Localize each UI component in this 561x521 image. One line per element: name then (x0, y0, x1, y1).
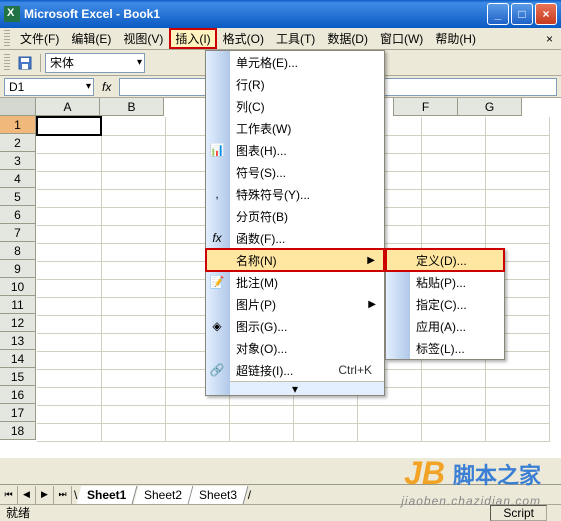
row-head-5[interactable]: 5 (0, 188, 36, 206)
menu-object[interactable]: 对象(O)... (206, 337, 384, 359)
col-head-g[interactable]: G (458, 98, 522, 116)
row-head-3[interactable]: 3 (0, 152, 36, 170)
titlebar: Microsoft Excel - Book1 _ □ × (0, 0, 561, 28)
font-selector[interactable]: 宋体 (45, 53, 145, 73)
row-head-15[interactable]: 15 (0, 368, 36, 386)
row-head-18[interactable]: 18 (0, 422, 36, 440)
menu-edit[interactable]: 编辑(E) (65, 28, 117, 49)
row-head-7[interactable]: 7 (0, 224, 36, 242)
menu-rows[interactable]: 行(R) (206, 73, 384, 95)
menu-insert[interactable]: 插入(I) (169, 28, 216, 49)
menu-special-char[interactable]: ,特殊符号(Y)... (206, 183, 384, 205)
row-head-10[interactable]: 10 (0, 278, 36, 296)
minimize-button[interactable]: _ (487, 3, 509, 25)
tab-last-icon[interactable]: ⏭ (54, 486, 72, 504)
insert-dropdown: 单元格(E)... 行(R) 列(C) 工作表(W) 📊图表(H)... 符号(… (205, 50, 385, 396)
excel-icon (4, 6, 20, 22)
comment-icon: 📝 (209, 274, 225, 290)
row-head-14[interactable]: 14 (0, 350, 36, 368)
col-head-b[interactable]: B (100, 98, 164, 116)
chart-icon: 📊 (209, 142, 225, 158)
menu-worksheet[interactable]: 工作表(W) (206, 117, 384, 139)
menu-cells[interactable]: 单元格(E)... (206, 51, 384, 73)
submenu-define[interactable]: 定义(D)... (386, 249, 504, 271)
toolbar-grip (4, 54, 10, 72)
tab-next-icon[interactable]: ▶ (36, 486, 54, 504)
row-head-9[interactable]: 9 (0, 260, 36, 278)
watermark-logo: JB 脚本之家 (404, 455, 541, 492)
menu-data[interactable]: 数据(D) (321, 28, 374, 49)
diagram-icon: ◈ (209, 318, 225, 334)
menu-format[interactable]: 格式(O) (217, 28, 270, 49)
row-head-11[interactable]: 11 (0, 296, 36, 314)
hyperlink-icon: 🔗 (209, 362, 225, 378)
row-head-8[interactable]: 8 (0, 242, 36, 260)
menu-file[interactable]: 文件(F) (14, 28, 65, 49)
tab-sheet2[interactable]: Sheet2 (133, 486, 193, 504)
row-head-4[interactable]: 4 (0, 170, 36, 188)
row-head-6[interactable]: 6 (0, 206, 36, 224)
menu-symbol[interactable]: 符号(S)... (206, 161, 384, 183)
row-head-17[interactable]: 17 (0, 404, 36, 422)
menu-pagebreak[interactable]: 分页符(B) (206, 205, 384, 227)
tab-sheet1[interactable]: Sheet1 (77, 486, 138, 504)
tab-nav: ⏮ ◀ ▶ ⏭ (0, 486, 72, 504)
tab-first-icon[interactable]: ⏮ (0, 486, 18, 504)
select-all-corner[interactable] (0, 98, 36, 116)
menu-expand-icon[interactable]: ▾ (206, 381, 384, 395)
close-button[interactable]: × (535, 3, 557, 25)
submenu-paste[interactable]: 粘贴(P)... (386, 271, 504, 293)
submenu-arrow-icon: ▶ (367, 255, 375, 266)
tab-prev-icon[interactable]: ◀ (18, 486, 36, 504)
menubar-chevron-icon[interactable]: × (542, 32, 557, 46)
name-submenu: 定义(D)... 粘贴(P)... 指定(C)... 应用(A)... 标签(L… (385, 248, 505, 360)
menubar: 文件(F) 编辑(E) 视图(V) 插入(I) 格式(O) 工具(T) 数据(D… (0, 28, 561, 50)
menu-view[interactable]: 视图(V) (117, 28, 169, 49)
submenu-apply[interactable]: 应用(A)... (386, 315, 504, 337)
menu-help[interactable]: 帮助(H) (429, 28, 482, 49)
fx-icon[interactable]: fx (102, 80, 111, 94)
submenu-create[interactable]: 指定(C)... (386, 293, 504, 315)
row-headers: 123456789101112131415161718 (0, 116, 36, 440)
row-head-13[interactable]: 13 (0, 332, 36, 350)
save-icon[interactable] (14, 52, 36, 74)
fx-icon: fx (209, 230, 225, 246)
row-head-12[interactable]: 12 (0, 314, 36, 332)
menubar-grip (4, 30, 10, 48)
menu-window[interactable]: 窗口(W) (374, 28, 429, 49)
row-head-16[interactable]: 16 (0, 386, 36, 404)
window-title: Microsoft Excel - Book1 (24, 7, 487, 21)
menu-comment[interactable]: 📝批注(M) (206, 271, 384, 293)
menu-name[interactable]: 名称(N)▶ (206, 249, 384, 271)
comma-icon: , (209, 186, 225, 202)
tab-sheet3[interactable]: Sheet3 (188, 486, 248, 504)
menu-diagram[interactable]: ◈图示(G)... (206, 315, 384, 337)
submenu-arrow-icon: ▶ (368, 299, 376, 310)
menu-chart[interactable]: 📊图表(H)... (206, 139, 384, 161)
row-head-1[interactable]: 1 (0, 116, 36, 134)
menu-hyperlink[interactable]: 🔗超链接(I)...Ctrl+K (206, 359, 384, 381)
submenu-label[interactable]: 标签(L)... (386, 337, 504, 359)
menu-columns[interactable]: 列(C) (206, 95, 384, 117)
window-controls: _ □ × (487, 3, 557, 25)
maximize-button[interactable]: □ (511, 3, 533, 25)
col-head-f[interactable]: F (394, 98, 458, 116)
col-head-a[interactable]: A (36, 98, 100, 116)
menu-function[interactable]: fx函数(F)... (206, 227, 384, 249)
name-box[interactable]: D1 (4, 78, 94, 96)
menu-picture[interactable]: 图片(P)▶ (206, 293, 384, 315)
row-head-2[interactable]: 2 (0, 134, 36, 152)
menu-tools[interactable]: 工具(T) (270, 28, 321, 49)
watermark-url: jiaoben.chazidian.com (401, 494, 541, 508)
